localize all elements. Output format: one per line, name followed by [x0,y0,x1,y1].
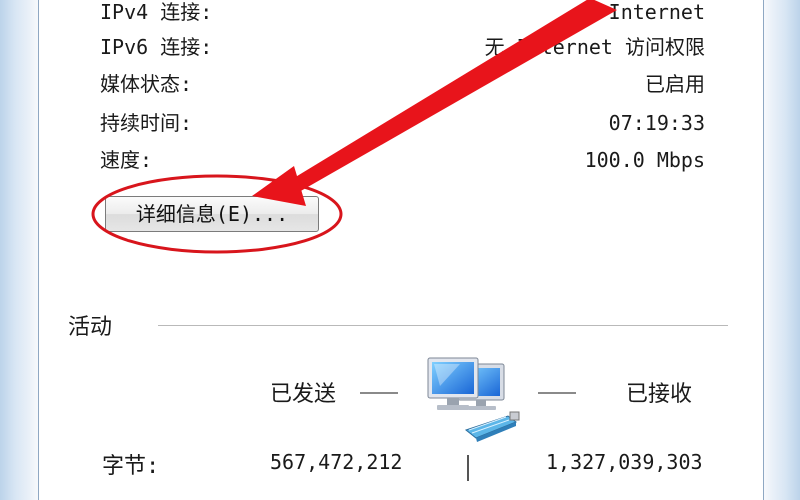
red-arrow-icon [252,0,617,206]
annotation-overlay [91,0,617,254]
